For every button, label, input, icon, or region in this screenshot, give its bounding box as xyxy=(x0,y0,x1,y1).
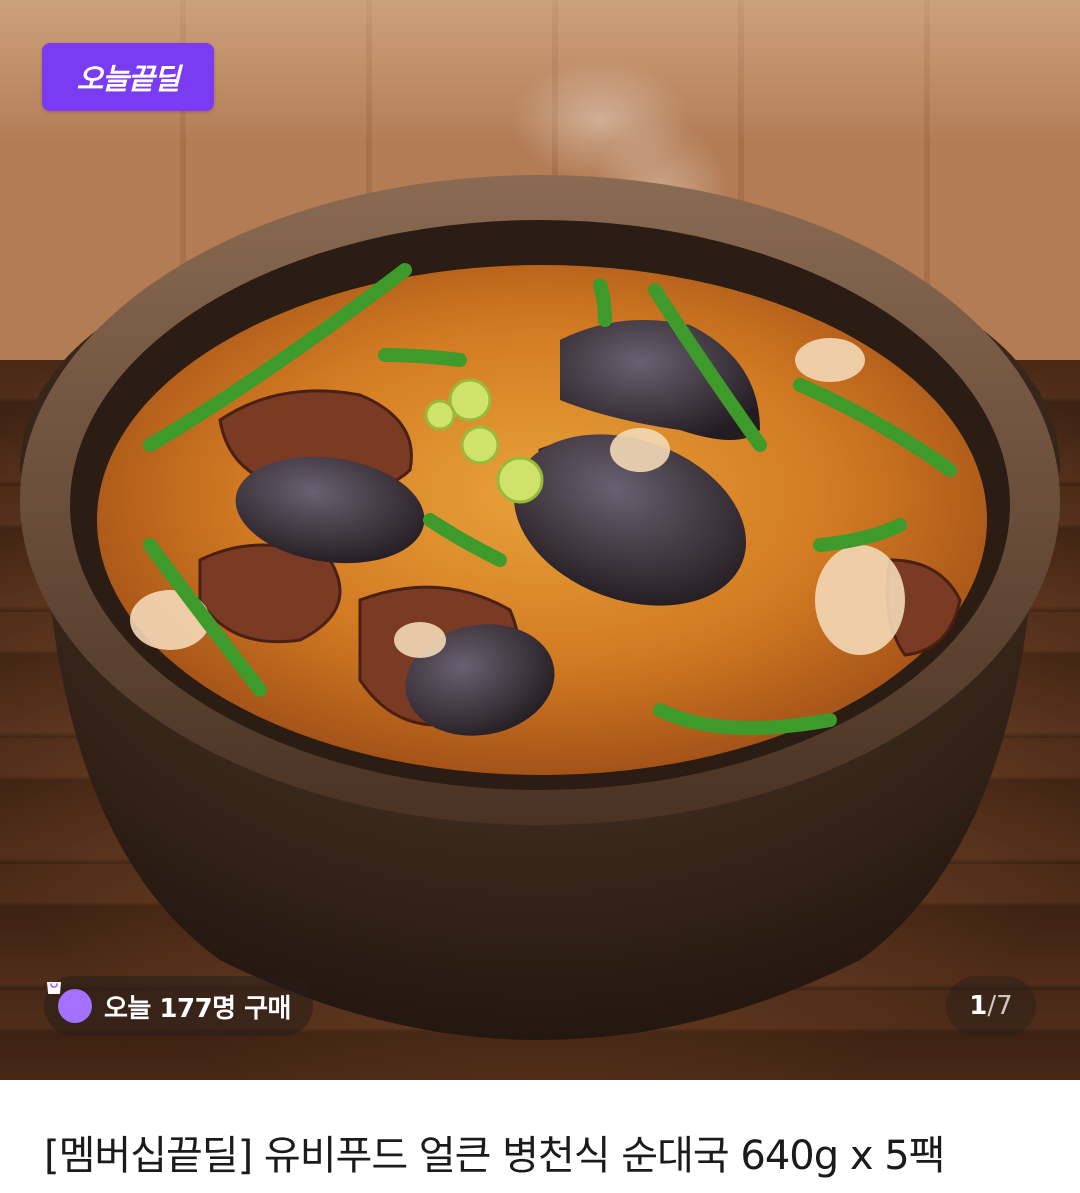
product-title: [멤버십끝딜] 유비푸드 얼큰 병천식 순대국 640g x 5팩 xyxy=(44,1133,945,1179)
purchase-count-text: 오늘 177명 구매 xyxy=(104,993,291,1024)
shopping-bag-icon xyxy=(47,982,92,1023)
counter-separator: / xyxy=(987,991,997,1021)
image-page-counter: 1 / 7 xyxy=(946,976,1036,1036)
total-image-count: 7 xyxy=(996,991,1013,1021)
purchase-count-badge: 오늘 177명 구매 xyxy=(44,976,313,1036)
product-detail-page: 오늘끝딜 오늘 177명 구매 1 / 7 [멤버십끝딜] 유비푸드 얼큰 병천… xyxy=(0,0,1080,1193)
current-image-index: 1 xyxy=(969,991,988,1021)
today-deal-badge: 오늘끝딜 xyxy=(42,43,214,111)
product-image-carousel[interactable]: 오늘끝딜 오늘 177명 구매 1 / 7 xyxy=(0,0,1080,1080)
product-photo-soup-bowl xyxy=(20,60,1060,1040)
